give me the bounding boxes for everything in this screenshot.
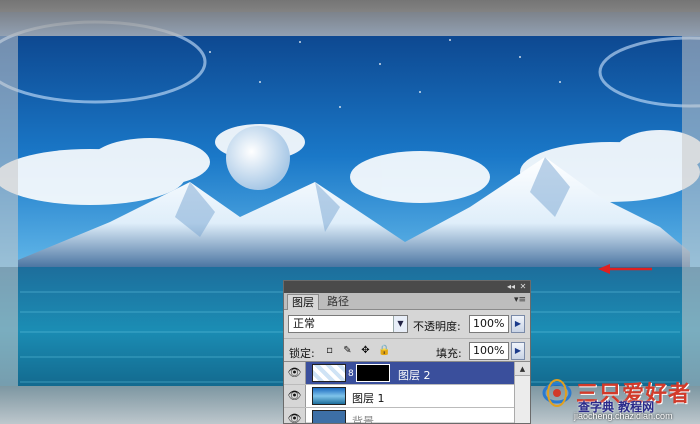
layer-name: 图层 2 bbox=[398, 369, 431, 382]
fill-input[interactable]: 100% bbox=[469, 342, 509, 360]
fill-slider-button[interactable]: ▶ bbox=[511, 342, 525, 360]
layer-row-2[interactable]: 👁 8 图层 2 bbox=[284, 362, 514, 385]
layer-thumbnail bbox=[312, 410, 346, 423]
visibility-eye-icon[interactable]: 👁 bbox=[284, 385, 306, 407]
layer-name: 背景 bbox=[352, 415, 374, 424]
layer-mask-thumbnail[interactable] bbox=[356, 364, 390, 382]
layers-list: 👁 8 图层 2 👁 图层 1 👁 背景 ▲ bbox=[284, 361, 530, 424]
lock-all-icon[interactable]: 🔒 bbox=[378, 345, 390, 356]
chevron-down-icon[interactable]: ▼ bbox=[393, 316, 407, 332]
panel-titlebar[interactable]: ◂◂ ✕ bbox=[284, 281, 530, 293]
tab-paths[interactable]: 路径 bbox=[323, 294, 353, 310]
blend-row: 正常 ▼ 不透明度: 100% ▶ bbox=[284, 310, 530, 338]
layer-name: 图层 1 bbox=[352, 392, 385, 405]
blend-mode-select[interactable]: 正常 ▼ bbox=[288, 315, 408, 333]
lock-transparency-icon[interactable]: ▫ bbox=[324, 345, 335, 356]
link-chain-icon[interactable]: 8 bbox=[348, 369, 354, 379]
collapse-icon[interactable]: ◂◂ bbox=[506, 282, 516, 292]
lock-row: 锁定: ▫ ✎ ✥ 🔒 填充: 100% ▶ bbox=[284, 338, 530, 361]
layers-panel: ◂◂ ✕ 图层 路径 ▾≡ 正常 ▼ 不透明度: 100% ▶ 锁定: ▫ ✎ … bbox=[283, 280, 531, 424]
red-arrow-icon bbox=[598, 264, 652, 274]
layers-scrollbar[interactable]: ▲ bbox=[514, 362, 530, 423]
scroll-up-icon[interactable]: ▲ bbox=[515, 362, 530, 376]
lock-brush-icon[interactable]: ✎ bbox=[342, 345, 353, 356]
panel-menu-icon[interactable]: ▾≡ bbox=[514, 295, 526, 305]
close-icon[interactable]: ✕ bbox=[518, 282, 528, 292]
layer-row-background[interactable]: 👁 背景 bbox=[284, 408, 514, 424]
layer-thumbnail bbox=[312, 387, 346, 405]
visibility-eye-icon[interactable]: 👁 bbox=[284, 408, 306, 423]
tab-layers[interactable]: 图层 bbox=[287, 294, 319, 310]
layer-row-1[interactable]: 👁 图层 1 bbox=[284, 385, 514, 408]
fill-label: 填充: bbox=[436, 347, 462, 360]
opacity-input[interactable]: 100% bbox=[469, 315, 509, 333]
panel-tabs: 图层 路径 ▾≡ bbox=[284, 293, 530, 310]
opacity-label: 不透明度: bbox=[413, 320, 461, 333]
lock-label: 锁定: bbox=[289, 347, 315, 360]
opacity-slider-button[interactable]: ▶ bbox=[511, 315, 525, 333]
blend-mode-value: 正常 bbox=[293, 317, 315, 330]
visibility-eye-icon[interactable]: 👁 bbox=[284, 362, 306, 384]
lock-move-icon[interactable]: ✥ bbox=[360, 345, 371, 356]
layer-thumbnail bbox=[312, 364, 346, 382]
